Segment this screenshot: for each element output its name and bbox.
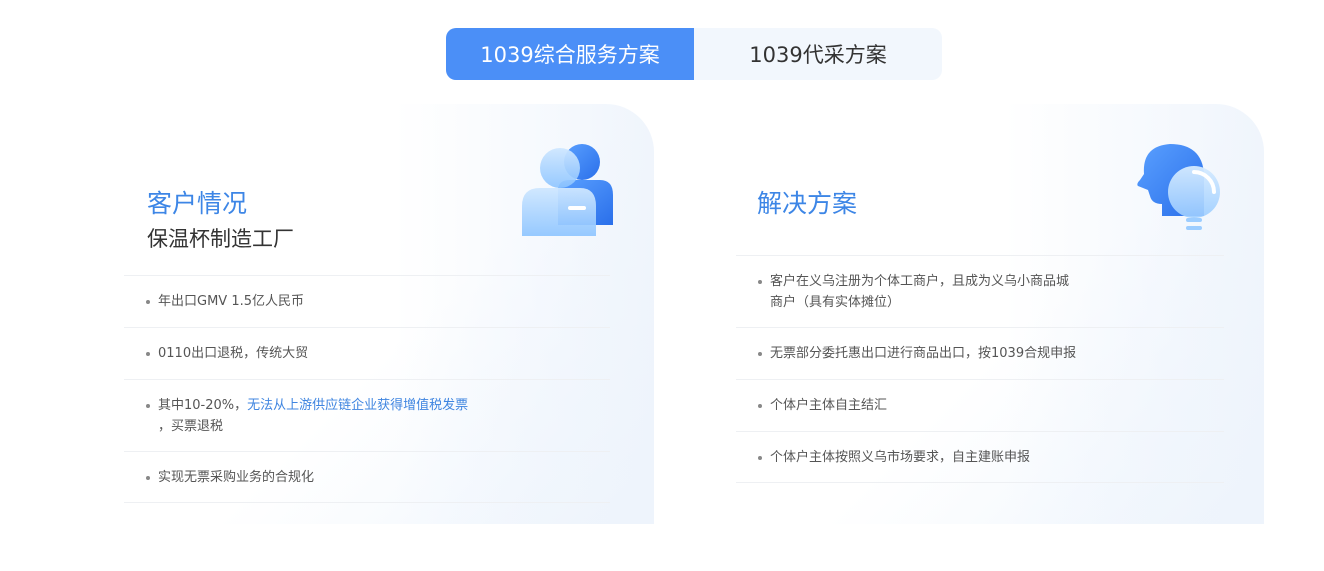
list-item: 个体户主体按照义乌市场要求，自主建账申报 (736, 431, 1224, 483)
bullet-icon (758, 404, 762, 408)
list-item: 其中10-20%，无法从上游供应链企业获得增值税发票 ，买票退税 (124, 379, 610, 451)
bullet-icon (758, 456, 762, 460)
customer-list: 年出口GMV 1.5亿人民币 0110出口退税，传统大贸 其中10-20%，无法… (124, 275, 610, 503)
customer-title: 客户情况 (147, 189, 248, 218)
list-item: 客户在义乌注册为个体工商户，且成为义乌小商品城 商户（具有实体摊位） (736, 255, 1224, 327)
solution-title: 解决方案 (757, 189, 858, 218)
list-item: 无票部分委托惠出口进行商品出口，按1039合规申报 (736, 327, 1224, 379)
tab-procurement[interactable]: 1039代采方案 (694, 28, 942, 80)
bullet-icon (146, 476, 150, 480)
list-item: 个体户主体自主结汇 (736, 379, 1224, 431)
list-item: 年出口GMV 1.5亿人民币 (124, 275, 610, 327)
user-group-icon (522, 144, 613, 236)
bullet-icon (146, 300, 150, 304)
bullet-icon (758, 280, 762, 284)
tab-comprehensive-service[interactable]: 1039综合服务方案 (446, 28, 694, 80)
solution-list: 客户在义乌注册为个体工商户，且成为义乌小商品城 商户（具有实体摊位） 无票部分委托… (736, 255, 1224, 483)
highlighted-text: 无法从上游供应链企业获得增值税发票 (247, 398, 469, 413)
bullet-icon (146, 352, 150, 356)
bullet-icon (146, 404, 150, 408)
customer-subtitle: 保温杯制造工厂 (147, 227, 294, 251)
list-item: 0110出口退税，传统大贸 (124, 327, 610, 379)
head-lightbulb-icon (1137, 144, 1220, 230)
list-item: 实现无票采购业务的合规化 (124, 451, 610, 503)
tab-bar: 1039综合服务方案 1039代采方案 (446, 28, 942, 80)
bullet-icon (758, 352, 762, 356)
